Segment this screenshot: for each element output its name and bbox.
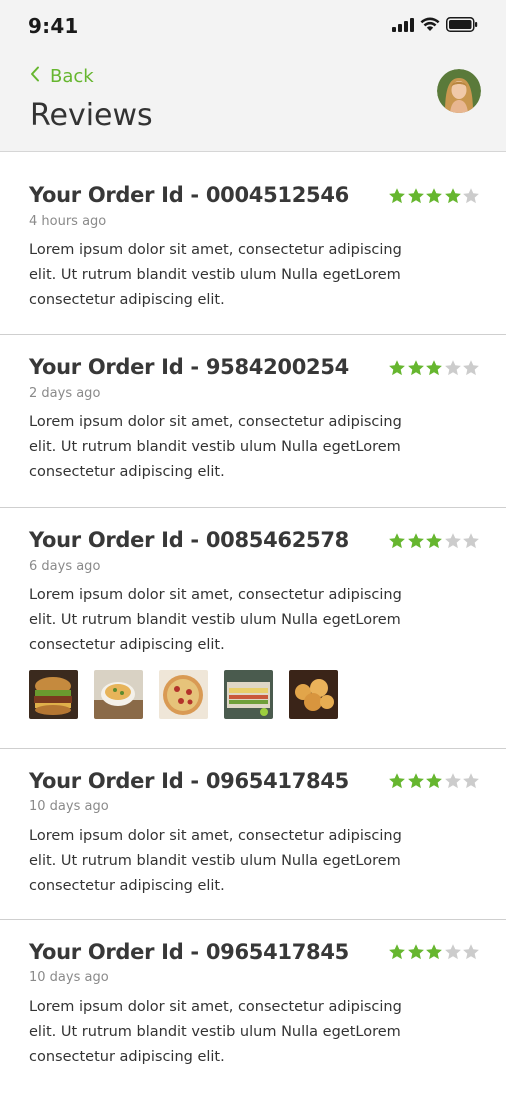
review-card: Your Order Id - 0965417845 10 days ago L… xyxy=(0,920,506,1095)
star-filled-icon xyxy=(389,533,405,549)
battery-icon xyxy=(446,16,478,36)
status-icons xyxy=(386,16,478,36)
review-text: Lorem ipsum dolor sit amet, consectetur … xyxy=(29,828,402,894)
avatar[interactable] xyxy=(437,69,481,113)
star-filled-icon xyxy=(389,773,405,789)
star-filled-icon xyxy=(426,188,442,204)
star-empty-icon xyxy=(444,533,461,549)
star-filled-icon xyxy=(426,944,442,960)
star-filled-icon xyxy=(407,188,424,204)
signal-icon xyxy=(392,17,414,36)
review-order-title: Your Order Id - 0965417845 xyxy=(29,940,349,964)
star-empty-icon xyxy=(444,360,461,376)
review-order-title: Your Order Id - 9584200254 xyxy=(29,355,349,379)
star-filled-icon xyxy=(426,360,442,376)
star-empty-icon xyxy=(463,188,479,204)
review-time: 6 days ago xyxy=(29,559,101,574)
back-button[interactable]: Back xyxy=(30,64,94,88)
star-filled-icon xyxy=(389,360,405,376)
review-order-title: Your Order Id - 0085462578 xyxy=(29,528,349,552)
pastry-photo[interactable] xyxy=(289,670,338,719)
star-empty-icon xyxy=(463,533,479,549)
burger-photo[interactable] xyxy=(29,670,78,719)
star-filled-icon xyxy=(407,773,424,789)
pizza-photo[interactable] xyxy=(159,670,208,719)
star-empty-icon xyxy=(444,773,461,789)
star-rating xyxy=(388,359,481,377)
review-text: Lorem ipsum dolor sit amet, consectetur … xyxy=(29,999,402,1065)
star-rating xyxy=(388,943,481,961)
star-empty-icon xyxy=(463,773,479,789)
star-filled-icon xyxy=(407,360,424,376)
review-time: 2 days ago xyxy=(29,386,101,401)
chevron-left-icon xyxy=(30,66,40,86)
review-time: 4 hours ago xyxy=(29,214,107,229)
header-bar: 9:41 Back Reviews xyxy=(0,0,506,152)
wifi-icon xyxy=(420,17,440,36)
star-filled-icon xyxy=(389,188,405,204)
status-bar: 9:41 xyxy=(28,14,478,42)
review-card: Your Order Id - 0085462578 6 days ago Lo… xyxy=(0,508,506,749)
review-card: Your Order Id - 9584200254 2 days ago Lo… xyxy=(0,335,506,508)
star-filled-icon xyxy=(426,773,442,789)
star-empty-icon xyxy=(463,944,479,960)
review-text: Lorem ipsum dolor sit amet, consectetur … xyxy=(29,414,402,480)
star-rating xyxy=(388,772,481,790)
star-empty-icon xyxy=(463,360,479,376)
star-empty-icon xyxy=(444,944,461,960)
review-card: Your Order Id - 0004512546 4 hours ago L… xyxy=(0,153,506,335)
star-filled-icon xyxy=(407,944,424,960)
page-title: Reviews xyxy=(30,98,153,133)
star-filled-icon xyxy=(389,944,405,960)
back-label: Back xyxy=(50,65,94,87)
review-order-title: Your Order Id - 0004512546 xyxy=(29,183,349,207)
star-filled-icon xyxy=(407,533,424,549)
star-filled-icon xyxy=(426,533,442,549)
star-rating xyxy=(388,187,481,205)
status-time: 9:41 xyxy=(28,14,79,38)
review-text: Lorem ipsum dolor sit amet, consectetur … xyxy=(29,587,402,653)
review-text: Lorem ipsum dolor sit amet, consectetur … xyxy=(29,242,402,308)
soup-photo[interactable] xyxy=(94,670,143,719)
review-time: 10 days ago xyxy=(29,799,109,814)
star-rating xyxy=(388,532,481,550)
review-card: Your Order Id - 0965417845 10 days ago L… xyxy=(0,749,506,920)
sandwich-photo[interactable] xyxy=(224,670,273,719)
star-filled-icon xyxy=(444,188,461,204)
review-time: 10 days ago xyxy=(29,970,109,985)
review-photos xyxy=(29,670,354,719)
review-order-title: Your Order Id - 0965417845 xyxy=(29,769,349,793)
